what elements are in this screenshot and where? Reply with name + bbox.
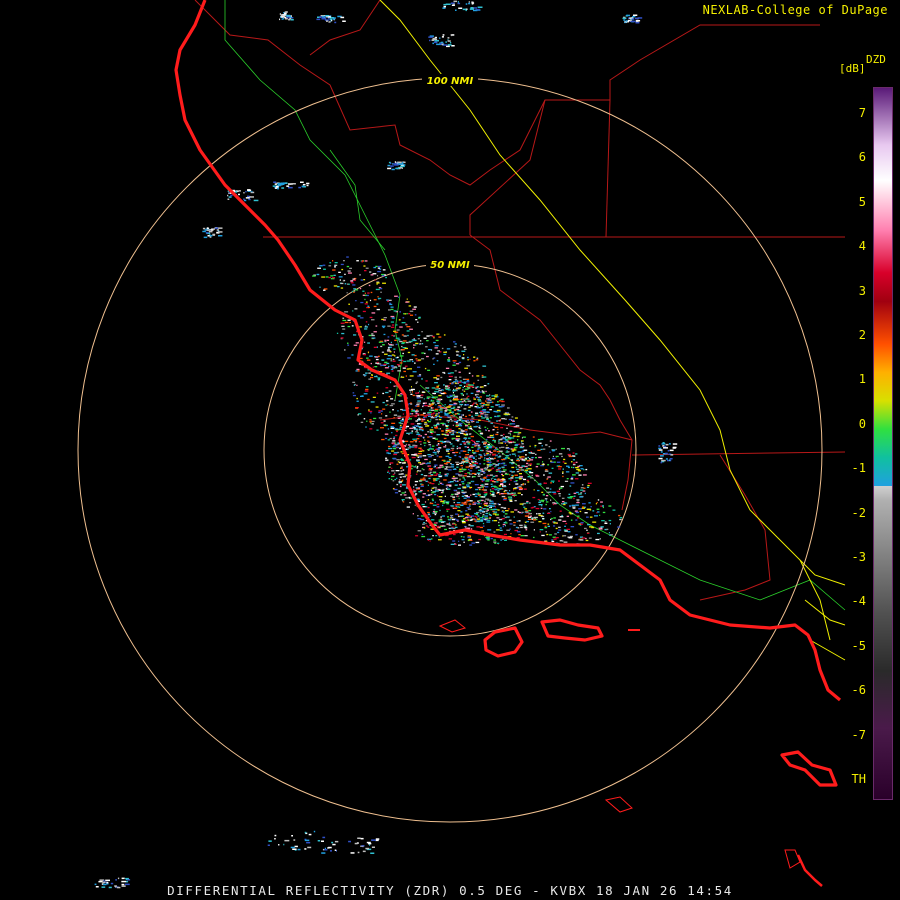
legend-tick: 2 xyxy=(858,328,866,342)
radar-map: 100 NMI 50 NMI xyxy=(77,0,892,889)
legend-tick: -7 xyxy=(851,727,866,742)
radar-echoes xyxy=(94,0,678,889)
footer-caption: DIFFERENTIAL REFLECTIVITY (ZDR) 0.5 DEG … xyxy=(167,883,733,898)
legend-tick: -2 xyxy=(851,505,866,520)
island-santa-catalina xyxy=(780,750,838,787)
range-ring-50-label: 50 NMI xyxy=(430,260,470,271)
highway xyxy=(379,0,846,661)
header-credit: NEXLAB-College of DuPage xyxy=(702,3,888,17)
legend-tick: -4 xyxy=(851,594,866,609)
island-san-clemente xyxy=(796,854,823,887)
legend-tick: 5 xyxy=(858,194,866,209)
legend-tick: 7 xyxy=(858,106,866,120)
minor-islands xyxy=(438,619,801,869)
legend-tick: TH xyxy=(851,772,866,786)
island-santa-rosa xyxy=(483,626,524,658)
coastline xyxy=(174,0,842,887)
county-boundaries xyxy=(194,0,846,601)
legend-tick: -1 xyxy=(851,461,866,476)
legend-tick: 4 xyxy=(858,239,866,254)
island-santa-cruz xyxy=(540,618,604,642)
legend-unit: [dB] xyxy=(839,62,866,75)
legend-tick: -3 xyxy=(851,550,866,564)
legend-tick: -5 xyxy=(851,638,866,653)
legend-tick: 6 xyxy=(858,150,866,165)
legend-tick: -6 xyxy=(851,683,866,698)
legend-tick: 3 xyxy=(858,283,866,298)
legend-frame xyxy=(873,87,893,800)
legend-tick: 1 xyxy=(858,372,866,387)
range-ring-100-label: 100 NMI xyxy=(427,76,474,87)
legend-product: DZD xyxy=(866,53,886,66)
legend-tick: 0 xyxy=(858,416,866,431)
